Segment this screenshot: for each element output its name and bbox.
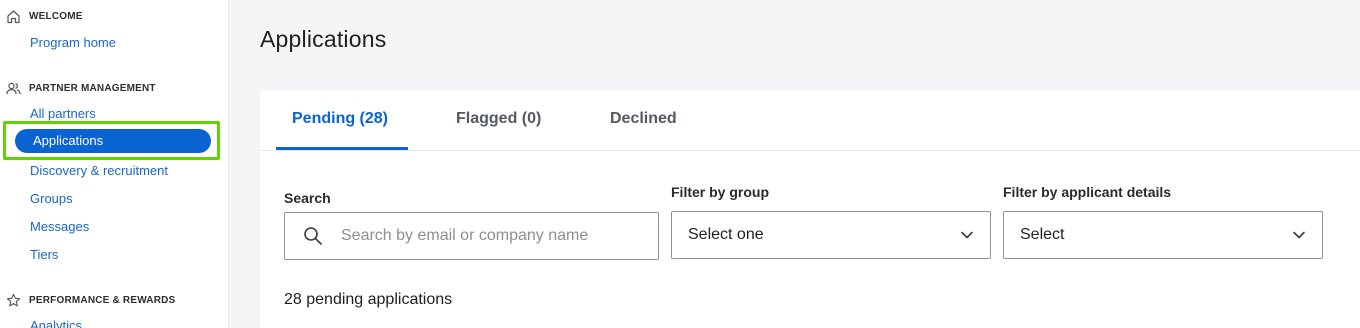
- page-title: Applications: [260, 26, 387, 52]
- filter-group-select[interactable]: Select one: [671, 211, 991, 259]
- tab-declined[interactable]: Declined: [610, 110, 677, 128]
- active-item-highlight: Applications: [3, 121, 220, 160]
- tab-bar: Pending (28) Flagged (0) Declined: [260, 91, 1360, 151]
- section-performance-rewards-heading: PERFORMANCE & REWARDS: [29, 295, 176, 306]
- section-welcome: WELCOME: [6, 9, 83, 24]
- chevron-down-icon: [1292, 228, 1306, 242]
- filter-group-value: Select one: [688, 226, 764, 243]
- search-label: Search: [284, 190, 331, 206]
- sidebar-item-tiers[interactable]: Tiers: [30, 247, 58, 263]
- sidebar-item-analytics[interactable]: Analytics: [30, 318, 82, 328]
- filter-applicant-label: Filter by applicant details: [1003, 184, 1172, 200]
- search-field: [284, 212, 659, 260]
- applications-count: 28 pending applications: [284, 291, 453, 308]
- sidebar-item-all-partners[interactable]: All partners: [30, 106, 96, 122]
- sidebar-item-applications[interactable]: Applications: [15, 129, 211, 153]
- section-partner-management-heading: PARTNER MANAGEMENT: [29, 83, 156, 94]
- search-icon: [303, 226, 323, 246]
- sidebar-item-program-home[interactable]: Program home: [30, 35, 116, 51]
- filter-applicant-select[interactable]: Select: [1003, 211, 1323, 259]
- tab-pending[interactable]: Pending (28): [292, 110, 388, 128]
- app-root: WELCOME Program home PARTNER MANAGEMENT …: [0, 0, 1360, 328]
- sidebar-item-messages[interactable]: Messages: [30, 219, 89, 235]
- section-performance-rewards: PERFORMANCE & REWARDS: [6, 293, 175, 308]
- chevron-down-icon: [960, 228, 974, 242]
- filter-applicant-value: Select: [1020, 226, 1065, 243]
- people-icon: [6, 81, 21, 96]
- star-icon: [6, 293, 21, 308]
- active-tab-indicator: [276, 147, 408, 150]
- filter-group-label: Filter by group: [671, 184, 769, 200]
- applications-card: Pending (28) Flagged (0) Declined Search…: [260, 91, 1360, 328]
- search-input[interactable]: [341, 213, 641, 259]
- tab-flagged[interactable]: Flagged (0): [456, 110, 541, 128]
- sidebar: WELCOME Program home PARTNER MANAGEMENT …: [0, 0, 229, 328]
- sidebar-item-groups[interactable]: Groups: [30, 191, 73, 207]
- home-icon: [6, 9, 21, 24]
- section-partner-management: PARTNER MANAGEMENT: [6, 81, 156, 96]
- sidebar-item-discovery-recruitment[interactable]: Discovery & recruitment: [30, 163, 168, 179]
- section-welcome-heading: WELCOME: [29, 11, 83, 22]
